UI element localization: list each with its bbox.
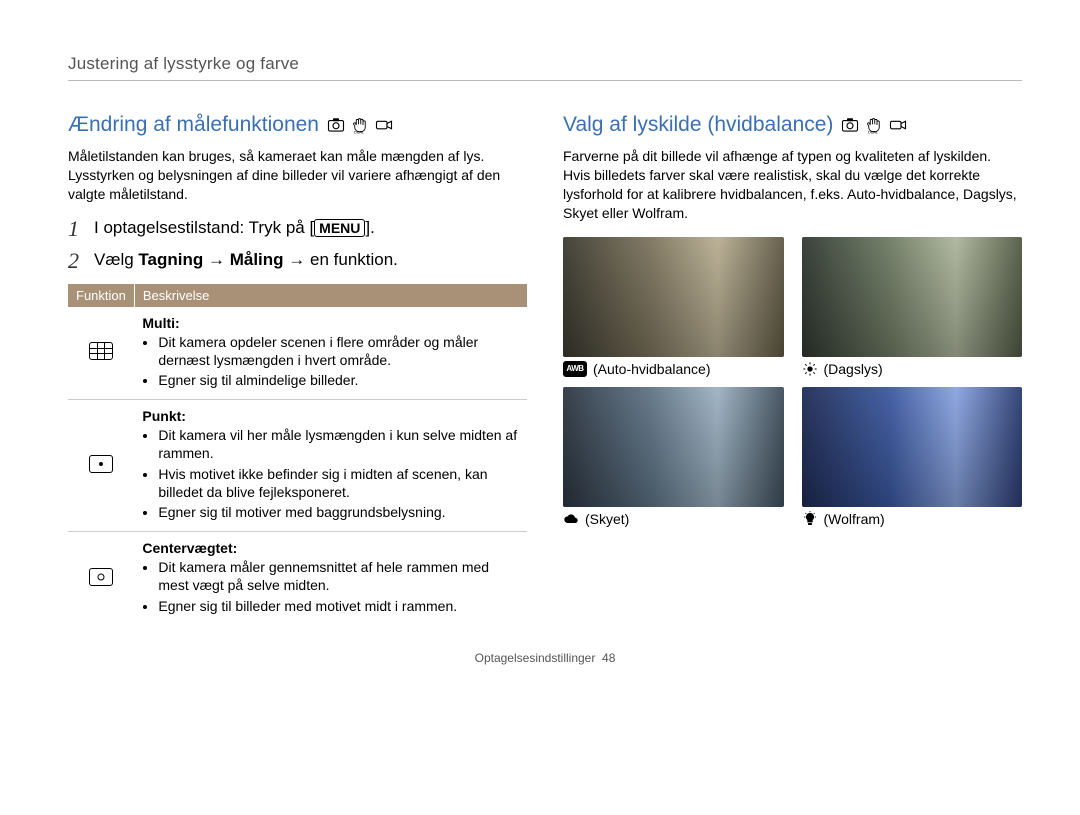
camera-icon: [841, 116, 859, 134]
step1-text-a: I optagelsestilstand: Tryk på [: [94, 218, 314, 237]
step2-d: Måling: [230, 250, 284, 269]
wb-label: (Wolfram): [824, 511, 885, 527]
step2-c: →: [203, 250, 229, 269]
bullet: Egner sig til motiver med baggrundsbelys…: [158, 503, 519, 521]
step-2: 2 Vælg Tagning → Måling → en funktion.: [68, 250, 527, 272]
th-function: Funktion: [68, 284, 134, 307]
page-header: Justering af lysstyrke og farve: [68, 54, 1022, 81]
wb-label: (Auto-hvidbalance): [593, 361, 711, 377]
footer-section: Optagelsesindstillinger: [475, 651, 596, 665]
bullet: Dit kamera opdeler scenen i flere område…: [158, 333, 519, 369]
intro-text: Måletilstanden kan bruges, så kameraet k…: [68, 147, 527, 204]
wb-item-cloudy: (Skyet): [563, 387, 784, 527]
awb-badge-icon: AWB: [563, 361, 587, 377]
whitebalance-grid: AWB (Auto-hvidbalance) (Dagslys) (Sk: [563, 237, 1022, 527]
page-footer: Optagelsesindstillinger 48: [68, 651, 1022, 665]
step-number: 1: [68, 218, 84, 240]
sample-photo: [802, 387, 1023, 507]
table-row: Multi: Dit kamera opdeler scenen i flere…: [68, 307, 527, 400]
bullet: Dit kamera vil her måle lysmængden i kun…: [158, 426, 519, 462]
row-name: Punkt: [142, 408, 181, 424]
wb-label: (Skyet): [585, 511, 629, 527]
svg-text:DUAL: DUAL: [354, 130, 364, 134]
sample-photo: [563, 387, 784, 507]
step-1: 1 I optagelsestilstand: Tryk på [MENU].: [68, 218, 527, 240]
multi-icon: [89, 342, 113, 360]
step2-a: Vælg: [94, 250, 138, 269]
step-number: 2: [68, 250, 84, 272]
video-icon: [375, 116, 393, 134]
footer-page: 48: [602, 651, 615, 665]
wb-item-tungsten: (Wolfram): [802, 387, 1023, 527]
mode-icons: DUAL: [327, 116, 393, 134]
bullet: Egner sig til billeder med motivet midt …: [158, 597, 519, 615]
video-icon: [889, 116, 907, 134]
right-column: Valg af lyskilde (hvidbalance) DUAL Farv…: [563, 113, 1022, 625]
table-row: Punkt: Dit kamera vil her måle lysmængde…: [68, 400, 527, 532]
cloud-icon: [563, 511, 579, 527]
th-description: Beskrivelse: [134, 284, 527, 307]
bullet: Egner sig til almindelige billeder.: [158, 371, 519, 389]
row-name: Centervægtet: [142, 540, 232, 556]
spot-icon: [89, 455, 113, 473]
center-icon: [89, 568, 113, 586]
wb-item-daylight: (Dagslys): [802, 237, 1023, 377]
title-text: Valg af lyskilde (hvidbalance): [563, 113, 833, 137]
intro-text: Farverne på dit billede vil afhænge af t…: [563, 147, 1022, 223]
mode-icons: DUAL: [841, 116, 907, 134]
camera-icon: [327, 116, 345, 134]
title-text: Ændring af målefunktionen: [68, 113, 319, 137]
bulb-icon: [802, 511, 818, 527]
step1-text-b: ].: [365, 218, 374, 237]
hand-icon: DUAL: [865, 116, 883, 134]
section-title-whitebalance: Valg af lyskilde (hvidbalance) DUAL: [563, 113, 1022, 137]
function-table: Funktion Beskrivelse Multi: Dit kamera o…: [68, 284, 527, 625]
table-row: Centervægtet: Dit kamera måler gennemsni…: [68, 532, 527, 625]
sample-photo: [802, 237, 1023, 357]
svg-text:DUAL: DUAL: [868, 130, 878, 134]
section-title-metering: Ændring af målefunktionen DUAL: [68, 113, 527, 137]
step2-e: → en funktion.: [284, 250, 398, 269]
row-name: Multi: [142, 315, 175, 331]
menu-button-label: MENU: [314, 219, 365, 238]
sample-photo: [563, 237, 784, 357]
hand-icon: DUAL: [351, 116, 369, 134]
bullet: Dit kamera måler gennemsnittet af hele r…: [158, 558, 519, 594]
sun-icon: [802, 361, 818, 377]
bullet: Hvis motivet ikke befinder sig i midten …: [158, 465, 519, 501]
wb-label: (Dagslys): [824, 361, 883, 377]
left-column: Ændring af målefunktionen DUAL Måletilst…: [68, 113, 527, 625]
wb-item-auto: AWB (Auto-hvidbalance): [563, 237, 784, 377]
step2-b: Tagning: [138, 250, 203, 269]
